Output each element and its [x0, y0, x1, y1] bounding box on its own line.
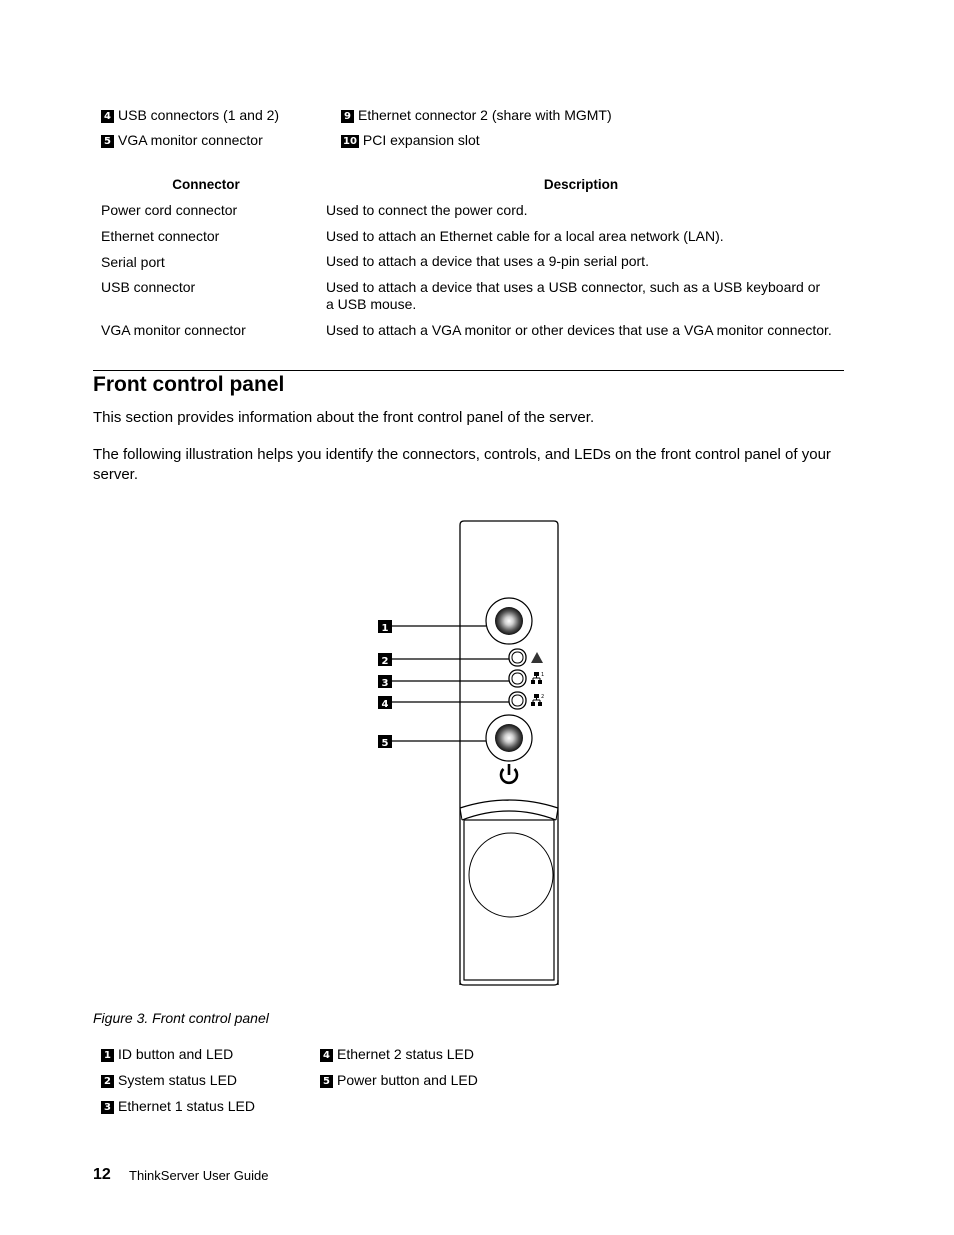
legend-label: System status LED — [118, 1072, 238, 1088]
callout-label: 4 — [382, 699, 389, 710]
network-2-icon: 2 — [531, 694, 544, 706]
ethernet-1-led-icon — [508, 669, 527, 688]
power-button-icon — [485, 714, 533, 762]
network-1-icon: 1 — [531, 672, 544, 684]
legend-label: Ethernet 1 status LED — [118, 1098, 255, 1114]
callout-2: 2 — [378, 653, 392, 667]
figure-legend-item-1: 1 ID button and LED — [101, 1045, 233, 1063]
svg-text:1: 1 — [541, 672, 544, 678]
legend-label: ID button and LED — [118, 1046, 234, 1062]
svg-text:2: 2 — [541, 694, 544, 700]
callout-3: 3 — [378, 675, 392, 689]
figure-caption: Figure 3. Front control panel — [93, 1010, 269, 1026]
legend-label: Ethernet 2 status LED — [337, 1046, 474, 1062]
badge-circle — [468, 832, 554, 918]
system-status-led-icon — [508, 648, 527, 667]
page-number: 12 — [93, 1166, 111, 1183]
id-button-icon — [485, 597, 533, 645]
power-symbol-icon — [499, 764, 519, 785]
callout-badge: 5 — [320, 1075, 333, 1088]
callout-1: 1 — [378, 620, 392, 634]
figure-legend-item-2: 2 System status LED — [101, 1071, 237, 1089]
callout-label: 1 — [382, 623, 389, 634]
callout-4: 4 — [378, 696, 392, 710]
front-panel-figure: 1 2 1 2 3 4 5 — [378, 520, 559, 986]
ethernet-2-led-icon — [508, 691, 527, 710]
callout-badge: 4 — [320, 1049, 333, 1062]
book-title: ThinkServer User Guide — [129, 1168, 269, 1183]
callout-label: 3 — [382, 678, 389, 689]
warning-icon — [531, 652, 543, 663]
callout-badge: 2 — [101, 1075, 114, 1088]
figure-legend-item-3: 3 Ethernet 1 status LED — [101, 1097, 255, 1115]
callout-badge: 1 — [101, 1049, 114, 1062]
legend-label: Power button and LED — [337, 1072, 478, 1088]
callout-5: 5 — [378, 735, 392, 749]
callout-label: 2 — [382, 656, 389, 667]
callout-label: 5 — [382, 738, 389, 749]
figure-legend-item-5: 5 Power button and LED — [320, 1071, 478, 1089]
callout-badge: 3 — [101, 1101, 114, 1114]
figure-legend-item-4: 4 Ethernet 2 status LED — [320, 1045, 474, 1063]
